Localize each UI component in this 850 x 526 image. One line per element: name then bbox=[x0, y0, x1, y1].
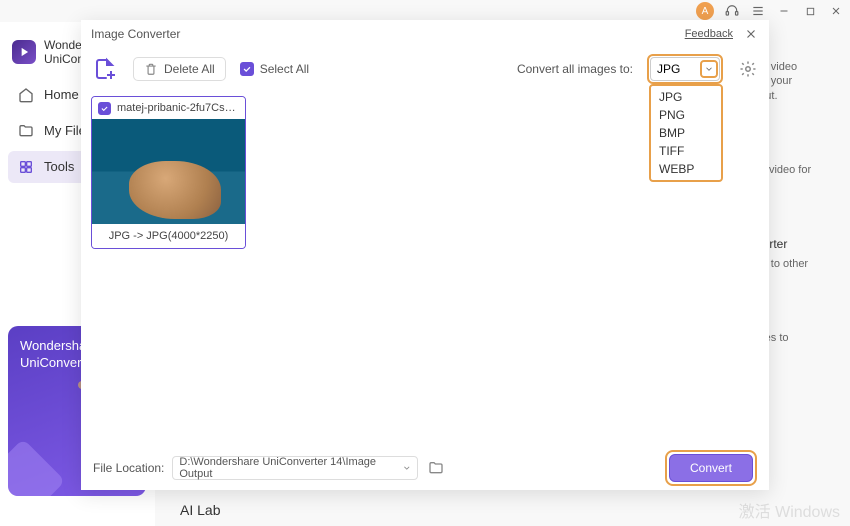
minimize-icon[interactable] bbox=[776, 3, 792, 19]
thumbnail-checkbox[interactable] bbox=[98, 102, 111, 115]
titlebar: A bbox=[0, 0, 850, 22]
chevron-down-icon bbox=[700, 60, 718, 78]
folder-icon bbox=[18, 123, 34, 139]
nav-label: My File bbox=[44, 123, 86, 138]
thumbnail-filename: matej-pribanic-2fu7CskIT... bbox=[117, 102, 239, 114]
add-image-button[interactable] bbox=[91, 55, 119, 83]
thumbnail-image bbox=[92, 119, 245, 224]
nav-label: Tools bbox=[44, 159, 74, 174]
delete-all-button[interactable]: Delete All bbox=[133, 57, 226, 81]
thumbnail-header: matej-pribanic-2fu7CskIT... bbox=[92, 97, 245, 119]
checkbox-icon bbox=[240, 62, 254, 76]
image-converter-modal: Image Converter Feedback Delete All Sele… bbox=[81, 20, 769, 490]
format-selected-value: JPG bbox=[657, 62, 680, 76]
select-all-label: Select All bbox=[260, 62, 309, 76]
format-select[interactable]: JPG bbox=[650, 57, 720, 81]
settings-button[interactable] bbox=[737, 58, 759, 80]
feedback-link[interactable]: Feedback bbox=[685, 28, 733, 40]
select-all-checkbox[interactable]: Select All bbox=[240, 62, 309, 76]
thumbnail-info: JPG -> JPG(4000*2250) bbox=[92, 224, 245, 248]
convert-label: Convert bbox=[690, 461, 732, 475]
home-icon bbox=[18, 87, 34, 103]
format-option-webp[interactable]: WEBP bbox=[651, 160, 721, 178]
close-window-icon[interactable] bbox=[828, 3, 844, 19]
maximize-icon[interactable] bbox=[802, 3, 818, 19]
ai-lab-heading: AI Lab bbox=[180, 502, 220, 518]
image-thumbnail[interactable]: matej-pribanic-2fu7CskIT... JPG -> JPG(4… bbox=[91, 96, 246, 249]
format-option-jpg[interactable]: JPG bbox=[651, 88, 721, 106]
convert-button-highlight: Convert bbox=[665, 450, 757, 486]
trash-icon bbox=[144, 62, 158, 76]
tools-icon bbox=[18, 159, 34, 175]
toolbar: Delete All Select All Convert all images… bbox=[81, 48, 769, 90]
user-avatar[interactable]: A bbox=[696, 2, 714, 20]
delete-all-label: Delete All bbox=[164, 62, 215, 76]
headset-icon[interactable] bbox=[724, 3, 740, 19]
format-option-png[interactable]: PNG bbox=[651, 106, 721, 124]
modal-title: Image Converter bbox=[91, 27, 180, 41]
modal-header: Image Converter Feedback bbox=[81, 20, 769, 48]
file-location-label: File Location: bbox=[93, 461, 164, 475]
format-option-bmp[interactable]: BMP bbox=[651, 124, 721, 142]
convert-button[interactable]: Convert bbox=[669, 454, 753, 482]
nav-label: Home bbox=[44, 87, 79, 102]
app-name: Wonde UniCon bbox=[44, 38, 84, 67]
format-select-highlight: JPG JPG PNG BMP TIFF WEBP bbox=[647, 54, 723, 84]
file-location-path: D:\Wondershare UniConverter 14\Image Out… bbox=[179, 456, 401, 480]
format-option-tiff[interactable]: TIFF bbox=[651, 142, 721, 160]
app-logo-mark bbox=[12, 40, 36, 64]
close-icon[interactable] bbox=[743, 26, 759, 42]
open-folder-button[interactable] bbox=[426, 458, 446, 478]
chevron-down-icon bbox=[402, 463, 412, 473]
windows-watermark: 激活 Windows bbox=[739, 498, 840, 522]
format-dropdown: JPG PNG BMP TIFF WEBP bbox=[649, 84, 723, 182]
modal-footer: File Location: D:\Wondershare UniConvert… bbox=[81, 446, 769, 490]
file-location-select[interactable]: D:\Wondershare UniConverter 14\Image Out… bbox=[172, 456, 418, 480]
convert-to-label: Convert all images to: bbox=[517, 62, 633, 76]
menu-icon[interactable] bbox=[750, 3, 766, 19]
